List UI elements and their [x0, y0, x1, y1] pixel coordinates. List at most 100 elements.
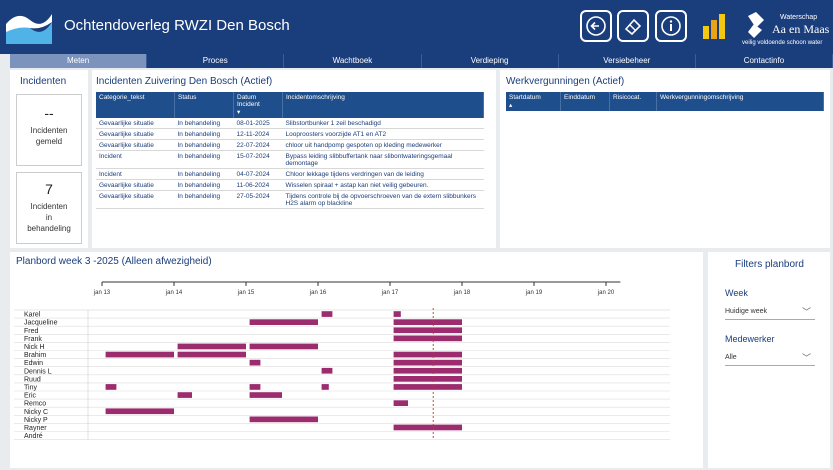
absence-bar [393, 400, 408, 406]
chevron-down-icon: ﹀ [801, 307, 811, 317]
tab-bar: Meten Proces Wachtboek Verdieping Versie… [10, 54, 833, 68]
tab-meten[interactable]: Meten [10, 54, 148, 68]
zuivering-table-wrap: Categorie_tekst Status Datum Incident ▾ I… [96, 92, 484, 209]
person-label: Fred [24, 328, 39, 335]
absence-bar [177, 351, 246, 358]
power-bi-icon[interactable] [702, 12, 726, 40]
table-cell: Gevaarlijke situatie [96, 128, 175, 140]
tab-wachtboek[interactable]: Wachtboek [284, 54, 422, 68]
absence-bar [105, 351, 174, 358]
person-label: Nicky P [24, 417, 48, 424]
col-datum[interactable]: Datum Incident ▾ [233, 92, 283, 118]
absence-bar [249, 359, 261, 366]
absence-bar [177, 392, 192, 398]
absence-bar [249, 384, 261, 390]
col-omschrijving[interactable]: Incidentomschrijving [282, 92, 484, 118]
col-werkomschrijving[interactable]: Werkvergunningomschrijving [656, 92, 824, 111]
table-cell: In behandeling [174, 179, 234, 191]
incidenten-title: Incidenten [20, 76, 67, 87]
zuivering-table: Categorie_tekst Status Datum Incident ▾ I… [96, 92, 484, 209]
brand-name: Aa en Maas [772, 22, 830, 36]
brand-top-text: Waterschap [780, 14, 818, 21]
col-startdatum-label: Startdatum [509, 94, 541, 101]
timeline-tick-label: jan 20 [597, 290, 615, 296]
timeline-tick-label: jan 13 [93, 290, 111, 296]
person-label: Eric [24, 393, 37, 400]
person-label: Tiny [24, 385, 37, 392]
table-row[interactable]: Gevaarlijke situatie In behandeling 12-11-… [96, 128, 484, 140]
absence-bar [321, 367, 333, 374]
timeline-tick-label: jan 16 [309, 290, 327, 296]
incidenten-behandeling-label1: Incidenten [30, 202, 68, 211]
eraser-icon [624, 18, 642, 36]
table-cell: Tijdens controle bij de opvoerschroeven … [282, 190, 484, 209]
incidenten-behandeling-label3: behandeling [27, 224, 71, 233]
incidenten-gemeld-label1: Incidenten [30, 126, 68, 135]
planbord-gantt-chart: jan 13 jan 14 jan 15 jan 16 jan 17 jan 18 jan … [14, 281, 670, 440]
col-risicocat[interactable]: Risicocat. [609, 92, 657, 111]
table-cell: In behandeling [174, 128, 234, 140]
absence-bar [393, 351, 462, 358]
absence-bar [249, 416, 318, 423]
table-row[interactable]: Gevaarlijke situatie In behandeling 11-06-… [96, 179, 484, 191]
absence-bar [393, 335, 462, 342]
incidenten-behandeling-card: 7 Incidenten in behandeling [16, 172, 82, 244]
tab-versiebeheer[interactable]: Versiebeheer [559, 54, 696, 68]
absence-bar [393, 367, 462, 374]
back-arrow-icon [586, 16, 606, 36]
person-label: Rayner [24, 425, 47, 432]
week-filter-label: Week [725, 288, 748, 298]
timeline-tick-label: jan 17 [381, 290, 399, 296]
incidenten-behandeling-label2: in [45, 213, 53, 222]
table-cell: 22-07-2024 [233, 139, 283, 151]
week-select[interactable]: Huidige week ﹀ [725, 304, 815, 320]
absence-bar [393, 327, 462, 334]
werkvergunningen-title: Werkvergunningen (Actief) [506, 76, 625, 87]
tab-contactinfo[interactable]: Contactinfo [696, 54, 833, 68]
tab-verdieping[interactable]: Verdieping [422, 54, 559, 68]
table-row[interactable]: Gevaarlijke situatie In behandeling 08-01-… [96, 118, 484, 129]
table-cell: In behandeling [174, 139, 234, 151]
table-cell: 15-07-2024 [233, 150, 283, 169]
table-row[interactable]: Gevaarlijke situatie In behandeling 27-05-… [96, 190, 484, 209]
table-cell: Incident [96, 168, 175, 180]
absence-bar [321, 311, 333, 317]
back-button[interactable] [580, 10, 612, 42]
app-title: Ochtendoverleg RWZI Den Bosch [64, 17, 290, 34]
table-cell: 27-05-2024 [233, 190, 283, 209]
table-row[interactable]: Gevaarlijke situatie In behandeling 22-07-… [96, 139, 484, 151]
medewerker-select[interactable]: Alle ﹀ [725, 350, 815, 366]
incidenten-panel: Incidenten -- Incidenten gemeld 7 Incide… [10, 70, 88, 248]
table-cell: Chloor lekkage tijdens verdringen van de… [282, 168, 484, 180]
clear-filters-button[interactable] [617, 10, 649, 42]
col-categorie[interactable]: Categorie_tekst [96, 92, 175, 118]
table-cell: 12-11-2024 [233, 128, 283, 140]
sort-asc-icon: ▴ [509, 102, 513, 109]
timeline-tick-label: jan 14 [165, 290, 183, 296]
info-button[interactable] [655, 10, 687, 42]
table-row[interactable]: Incident In behandeling 15-07-2024 Bypass l… [96, 150, 484, 169]
absence-bar [393, 384, 462, 390]
table-row[interactable]: Incident In behandeling 04-07-2024 Chloor l… [96, 168, 484, 180]
table-cell: In behandeling [174, 150, 234, 169]
table-cell: Gevaarlijke situatie [96, 190, 175, 209]
absence-bar [321, 384, 329, 390]
table-cell: 11-06-2024 [233, 179, 283, 191]
absence-bar [393, 311, 401, 317]
absence-bar [393, 424, 462, 431]
werk-header-row: Startdatum ▴ Einddatum Risicocat. Werkver… [506, 92, 824, 111]
absence-bar [393, 319, 462, 325]
werkvergunningen-panel: Werkvergunningen (Actief) Startdatum ▴ Ei… [500, 70, 830, 248]
table-cell: chloor uit handpomp gespoten op kleding … [282, 139, 484, 151]
week-select-value: Huidige week [725, 308, 768, 315]
absence-bar [105, 384, 117, 390]
col-startdatum[interactable]: Startdatum ▴ [506, 92, 561, 111]
tab-proces[interactable]: Proces [147, 54, 285, 68]
col-status[interactable]: Status [174, 92, 234, 118]
table-cell: Slibstortbunker 1 zeil beschadigd [282, 118, 484, 129]
person-label: Karel [24, 312, 41, 319]
timeline-tick-label: jan 15 [237, 290, 255, 296]
col-einddatum[interactable]: Einddatum [560, 92, 610, 111]
sort-desc-icon: ▾ [237, 109, 241, 116]
person-label: Ruud [24, 376, 41, 383]
